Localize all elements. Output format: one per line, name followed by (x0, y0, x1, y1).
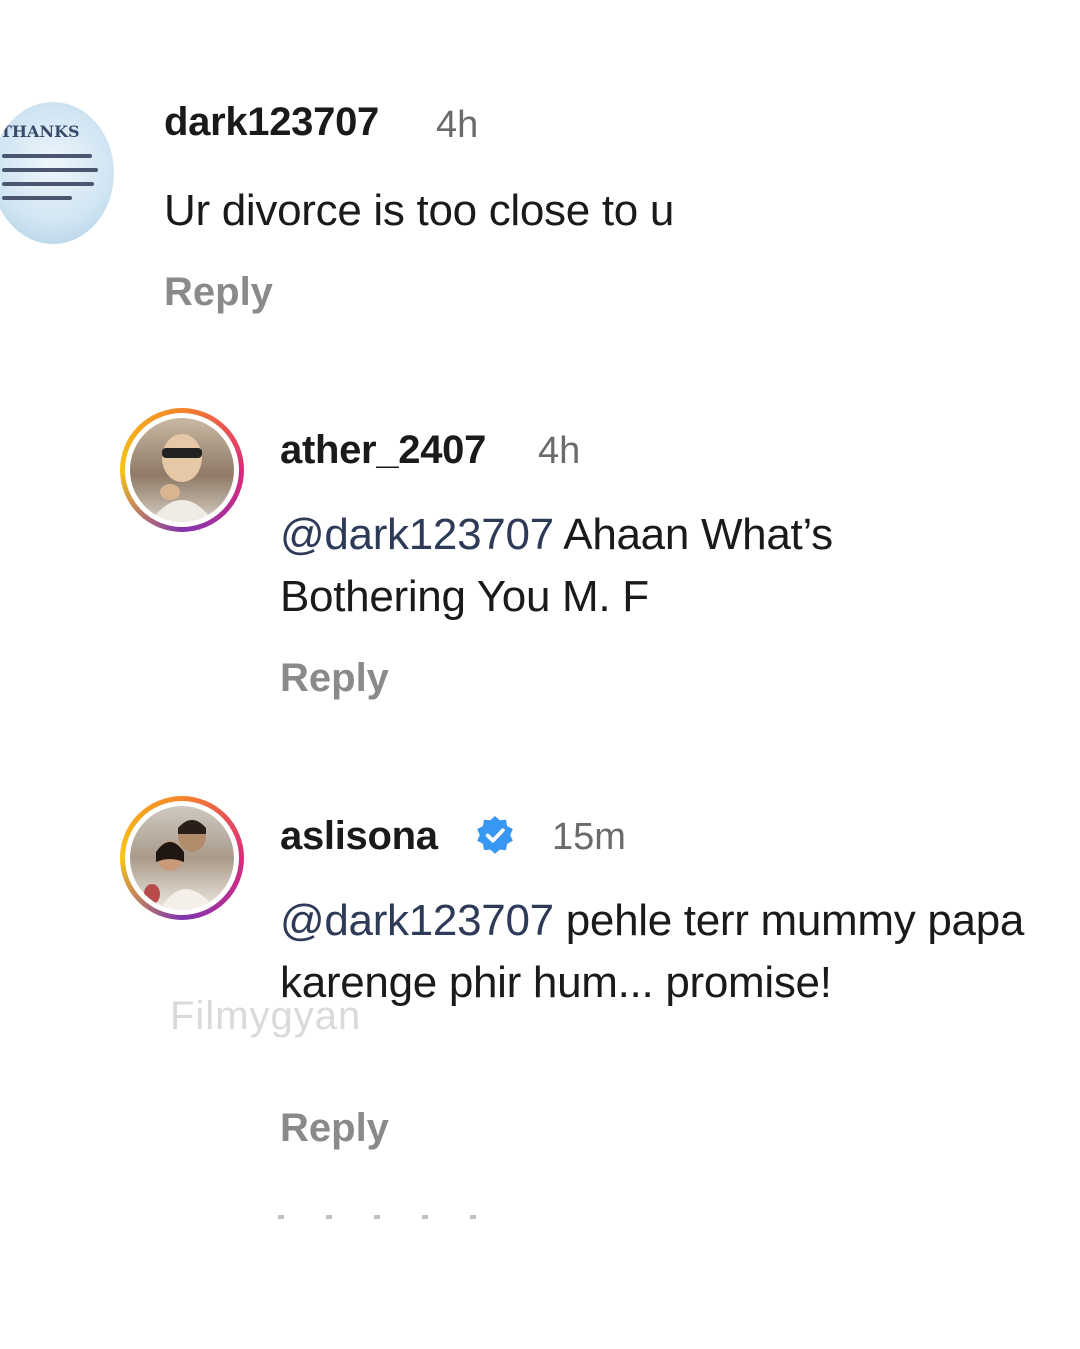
reply-button[interactable]: Reply (280, 656, 389, 701)
view-more-replies-divider[interactable] (278, 1215, 488, 1219)
avatar-aslisona[interactable] (120, 796, 244, 920)
comment-username[interactable]: aslisona (280, 814, 438, 859)
avatar-scribble (2, 196, 72, 200)
reply-button[interactable]: Reply (164, 270, 273, 315)
avatar-dark123707[interactable]: THANKS (0, 102, 114, 244)
comment-text: Ur divorce is too close to u (164, 186, 675, 235)
avatar-scribble (2, 182, 94, 186)
reply-button[interactable]: Reply (280, 1106, 389, 1151)
comment-username[interactable]: dark123707 (164, 100, 379, 145)
thanks-caption: THANKS (0, 122, 80, 141)
comment-time: 4h (436, 104, 479, 146)
avatar-scribble (2, 154, 92, 158)
verified-badge-icon (477, 816, 513, 854)
mention-link[interactable]: @dark123707 (280, 510, 554, 559)
mention-link[interactable]: @dark123707 (280, 896, 554, 945)
couple-photo-avatar-icon (130, 806, 234, 910)
comment-username[interactable]: ather_2407 (280, 428, 486, 473)
avatar-ather_2407[interactable] (120, 408, 244, 532)
comment-time: 15m (552, 816, 626, 858)
comment-text: @dark123707 Ahaan What’s Bothering You M… (280, 504, 1000, 628)
comment-text: @dark123707 pehle terr mummy papa kareng… (280, 890, 1070, 1014)
watermark: Filmygyan (170, 994, 362, 1038)
avatar-scribble (2, 168, 98, 172)
user-photo-avatar-icon (130, 418, 234, 522)
comment-time: 4h (538, 430, 581, 472)
